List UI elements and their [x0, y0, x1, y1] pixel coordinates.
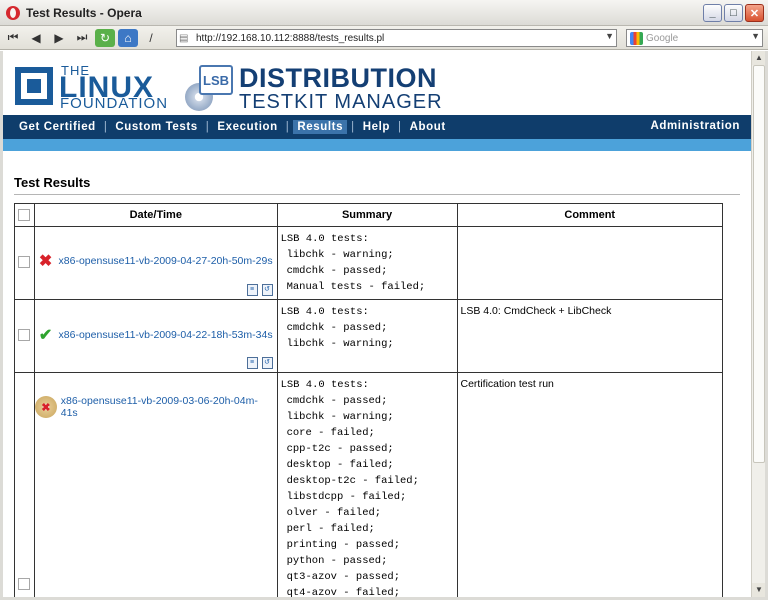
- fast-forward-icon[interactable]: ⏭: [72, 29, 92, 47]
- rewind-icon[interactable]: ⏮: [3, 29, 23, 47]
- nav-about[interactable]: About: [406, 120, 450, 134]
- column-header-summary: Summary: [276, 203, 458, 227]
- nav-administration[interactable]: Administration: [650, 120, 740, 132]
- home-icon[interactable]: ⌂: [118, 28, 138, 47]
- rerun-icon[interactable]: ↺: [261, 357, 273, 369]
- wand-icon[interactable]: /: [141, 29, 161, 47]
- nav-subbar: [3, 139, 751, 151]
- window-titlebar: Test Results - Opera _ □ ✕: [0, 0, 768, 26]
- summary-item: cmdchk - passed;: [286, 395, 388, 407]
- back-icon[interactable]: ◀: [26, 29, 46, 47]
- rerun-icon[interactable]: ↺: [261, 284, 273, 296]
- summary-item: libstdcpp - failed;: [286, 491, 407, 503]
- nav-results[interactable]: Results: [293, 120, 348, 134]
- summary-item: Manual tests - failed;: [286, 281, 426, 293]
- search-engine-dropdown-icon[interactable]: ▼: [751, 31, 760, 41]
- summary-title: LSB 4.0 tests:: [280, 306, 369, 318]
- reload-icon[interactable]: ↻: [95, 28, 115, 47]
- summary-item: libchk - warning;: [286, 338, 394, 350]
- summary-title: LSB 4.0 tests:: [280, 379, 369, 391]
- view-report-icon[interactable]: ≡: [246, 357, 258, 369]
- summary-item: desktop-t2c - failed;: [286, 475, 419, 487]
- maximize-button[interactable]: □: [724, 4, 743, 22]
- column-header-datetime: Date/Time: [33, 203, 278, 227]
- table-row: ✖ x86-opensuse11-vb-2009-04-27-20h-50m-2…: [14, 226, 723, 300]
- forward-icon[interactable]: ▶: [49, 29, 69, 47]
- page-content: THE LINUX FOUNDATION LSB DISTRIBUTION TE…: [3, 51, 751, 597]
- search-placeholder[interactable]: Google: [646, 33, 678, 44]
- summary-item: cmdchk - passed;: [286, 322, 388, 334]
- opera-logo-icon: [6, 5, 20, 20]
- summary-item: python - passed;: [286, 555, 388, 567]
- scroll-up-icon[interactable]: ▲: [752, 51, 766, 65]
- linux-foundation-logo-icon[interactable]: [15, 67, 53, 105]
- summary-item: core - failed;: [286, 427, 375, 439]
- run-link[interactable]: x86-opensuse11-vb-2009-04-27-20h-50m-29s: [59, 255, 273, 267]
- nav-custom-tests[interactable]: Custom Tests: [111, 120, 201, 134]
- minimize-button[interactable]: _: [703, 4, 722, 22]
- summary-item: cmdchk - passed;: [286, 265, 388, 277]
- summary-item: desktop - failed;: [286, 459, 394, 471]
- summary-item: olver - failed;: [286, 507, 382, 519]
- results-table: Date/Time Summary Comment ✖ x86-opensuse…: [14, 203, 723, 597]
- close-button[interactable]: ✕: [745, 4, 764, 22]
- summary-item: libchk - warning;: [286, 411, 394, 423]
- select-all-checkbox[interactable]: [18, 209, 31, 221]
- failed-status-icon: ✖: [38, 253, 53, 270]
- google-icon: [630, 31, 643, 45]
- row-checkbox[interactable]: [18, 255, 31, 268]
- summary-item: libchk - warning;: [286, 249, 394, 261]
- browser-toolbar: ⏮ ◀ ▶ ⏭ ↻ ⌂ / ▤ http://192.168.10.112:88…: [0, 26, 768, 50]
- dtm-title-line2: TESTKIT MANAGER: [239, 91, 443, 113]
- certification-status-icon: ✖: [34, 396, 57, 418]
- table-header-row: Date/Time Summary Comment: [14, 203, 723, 227]
- summary-item: printing - passed;: [286, 539, 400, 551]
- summary-title: LSB 4.0 tests:: [280, 233, 369, 245]
- nav-get-certified[interactable]: Get Certified: [15, 120, 100, 134]
- summary-item: cpp-t2c - passed;: [286, 443, 394, 455]
- summary-item: perl - failed;: [286, 523, 375, 535]
- run-link[interactable]: x86-opensuse11-vb-2009-03-06-20h-04m-41s: [61, 395, 273, 419]
- window-title: Test Results - Opera: [26, 5, 142, 20]
- table-row: ✖ x86-opensuse11-vb-2009-03-06-20h-04m-4…: [14, 372, 723, 597]
- lsb-logo: LSB: [199, 65, 233, 95]
- site-header: THE LINUX FOUNDATION LSB DISTRIBUTION TE…: [3, 51, 751, 115]
- search-box[interactable]: Google ▼: [626, 29, 763, 47]
- summary-item: qt3-azov - passed;: [286, 571, 400, 583]
- main-nav: Get Certified | Custom Tests | Execution…: [3, 115, 751, 139]
- address-bar[interactable]: ▤ http://192.168.10.112:8888/tests_resul…: [176, 29, 617, 47]
- table-row: ✔ x86-opensuse11-vb-2009-04-22-18h-53m-3…: [14, 299, 723, 373]
- nav-execution[interactable]: Execution: [213, 120, 281, 134]
- column-header-comment: Comment: [456, 203, 723, 227]
- scroll-down-icon[interactable]: ▼: [752, 583, 766, 597]
- scrollbar-thumb[interactable]: [753, 65, 765, 463]
- dtm-title-line1: DISTRIBUTION: [239, 63, 437, 93]
- address-url[interactable]: http://192.168.10.112:8888/tests_results…: [196, 33, 384, 44]
- row-comment: [458, 227, 723, 237]
- row-checkbox[interactable]: [18, 328, 31, 341]
- title-divider: [14, 194, 740, 195]
- page-title: Test Results: [14, 175, 91, 190]
- lf-logo-foundation: FOUNDATION: [60, 95, 169, 112]
- site-info-icon[interactable]: ▤: [179, 33, 193, 44]
- run-link[interactable]: x86-opensuse11-vb-2009-04-22-18h-53m-34s: [59, 329, 273, 341]
- vertical-scrollbar[interactable]: ▲ ▼: [751, 51, 766, 597]
- address-dropdown-icon[interactable]: ▼: [605, 31, 614, 41]
- view-report-icon[interactable]: ≡: [246, 284, 258, 296]
- row-checkbox[interactable]: [18, 578, 31, 590]
- nav-help[interactable]: Help: [359, 120, 394, 134]
- row-comment: LSB 4.0: CmdCheck + LibCheck: [460, 305, 612, 317]
- passed-status-icon: ✔: [38, 327, 53, 344]
- select-all-cell: [14, 203, 35, 227]
- row-comment: Certification test run: [460, 378, 554, 390]
- summary-item: qt4-azov - failed;: [286, 587, 400, 597]
